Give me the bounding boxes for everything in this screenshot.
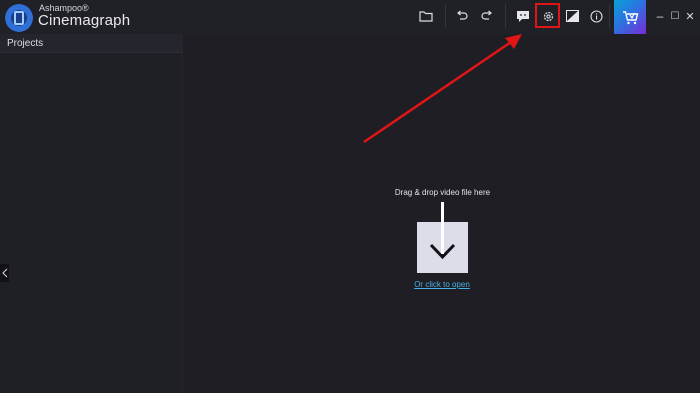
chevron-left-icon <box>1 268 7 278</box>
sidebar-collapse-button[interactable] <box>0 264 9 282</box>
title-bar: Ashampoo® Cinemagraph – ☐ ✕ <box>0 0 700 34</box>
chat-bubble-icon <box>517 10 529 22</box>
sidebar-title: Projects <box>7 38 44 49</box>
before-after-icon <box>565 10 579 22</box>
sidebar-header: Projects <box>0 34 183 53</box>
app-logo <box>5 4 33 32</box>
toolbar-divider <box>505 4 506 28</box>
cart-icon <box>622 10 638 24</box>
toolbar-divider <box>445 4 446 28</box>
undo-button[interactable] <box>450 5 474 27</box>
close-button[interactable]: ✕ <box>680 6 700 26</box>
undo-icon <box>457 10 468 20</box>
info-button[interactable] <box>584 5 608 27</box>
screenshot-bottom-margin <box>0 393 700 407</box>
open-file-link[interactable]: Or click to open <box>392 280 492 289</box>
open-folder-button[interactable] <box>414 5 438 27</box>
feedback-button[interactable] <box>511 5 535 27</box>
redo-button[interactable] <box>475 5 499 27</box>
toolbar-divider <box>609 4 610 28</box>
shop-button[interactable] <box>614 0 646 34</box>
folder-icon <box>419 11 433 22</box>
drop-zone-label: Drag & drop video file here <box>394 188 491 197</box>
info-icon <box>589 9 603 23</box>
projects-sidebar: Projects <box>0 34 183 393</box>
redo-icon <box>481 10 492 20</box>
drop-arrow-stem <box>441 202 444 254</box>
compare-button[interactable] <box>560 5 584 27</box>
app-title: Cinemagraph <box>38 12 131 29</box>
settings-highlight-box <box>535 3 560 28</box>
app-window: Ashampoo® Cinemagraph – ☐ ✕ Projects Dra… <box>0 0 700 393</box>
